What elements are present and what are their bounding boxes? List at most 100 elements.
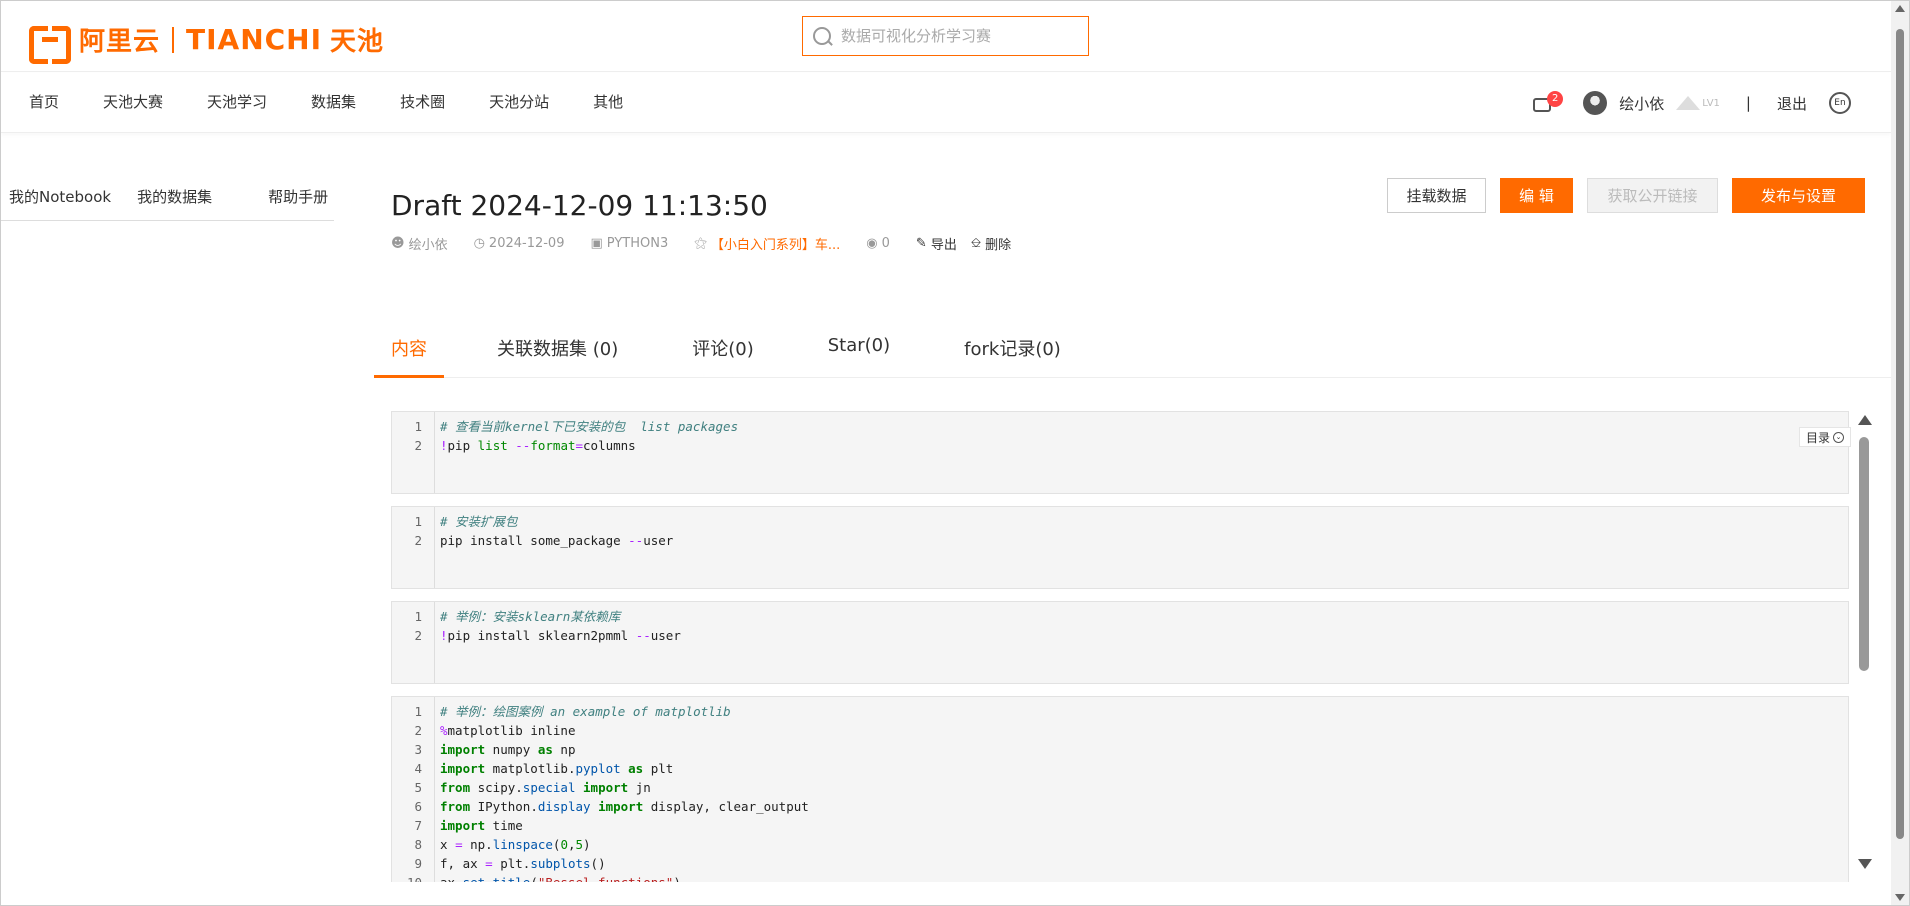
logo-text-cn: 阿里云 [79,27,161,57]
code-cell[interactable]: 12 # 举例：安装sklearn某依赖库 !pip install sklear… [391,601,1849,684]
code-cell[interactable]: 12 # 查看当前kernel下已安装的包 list packages !pip … [391,411,1849,494]
code-line: !pip install sklearn2pmml --user [440,628,681,643]
code-line: # 查看当前kernel下已安装的包 list packages [440,419,739,434]
meta-author[interactable]: ☻ 绘小依 [391,234,448,253]
nav-item-competitions[interactable]: 天池大赛 [103,91,163,112]
line-numbers: 12 [392,412,435,493]
avatar[interactable] [1583,91,1608,115]
publish-settings-button[interactable]: 发布与设置 [1732,178,1865,213]
tab-content[interactable]: 内容 [374,325,444,378]
tab-fork-records[interactable]: fork记录(0) [947,325,1078,378]
main-nav: 首页 天池大赛 天池学习 数据集 技术圈 天池分站 其他 2 绘小依 LV1 |… [1,73,1891,133]
user-icon: ☻ [391,236,405,251]
cell-code: # 安装扩展包 pip install some_package --user [435,507,673,588]
trash-icon: ⎒ [970,236,982,251]
logout-link[interactable]: 退出 [1777,93,1807,114]
sidebar-tab-my-datasets[interactable]: 我的数据集 [137,186,212,207]
logo-text-tianchi-cn: 天池 [330,27,385,57]
code-line: # 举例：安装sklearn某依赖库 [440,609,621,624]
action-buttons: 挂载数据 编 辑 获取公开链接 发布与设置 [1373,178,1865,213]
nav-user-area: 2 绘小依 LV1 | 退出 En [1531,87,1851,119]
sidebar-tabs: 我的Notebook 我的数据集 帮助手册 [1,173,334,221]
line-numbers: 12 [392,507,435,588]
scroll-up-icon[interactable] [1858,415,1872,425]
nav-item-home[interactable]: 首页 [29,91,59,112]
export-label: 导出 [930,238,957,253]
sidebar-tab-my-notebook[interactable]: 我的Notebook [9,186,111,207]
code-line: f, ax = plt.subplots() [440,856,606,871]
export-icon: ✎ [915,236,927,251]
edit-button[interactable]: 编 辑 [1500,178,1573,213]
cell-code: # 举例：绘图案例 an example of matplotlib %matpl… [435,697,809,882]
code-line: !pip list --format=columns [440,438,636,453]
toc-button[interactable]: 目录 ⌄ [1799,427,1851,447]
code-line: x = np.linspace(0,5) [440,837,591,852]
eye-icon: ◉ [866,236,878,251]
code-line: from IPython.display import display, cle… [440,799,809,814]
code-cell[interactable]: 12345678910 # 举例：绘图案例 an example of matp… [391,696,1849,882]
code-line: from scipy.special import jn [440,780,651,795]
tab-related-datasets[interactable]: 关联数据集 (0) [480,325,635,378]
scroll-down-icon[interactable] [1858,859,1872,869]
meta-date: ◷ 2024-12-09 [474,236,565,251]
page-scroll-up-icon[interactable] [1895,5,1905,12]
logo-separator [172,26,175,53]
page-scroll-thumb[interactable] [1896,29,1904,839]
get-public-link-button[interactable]: 获取公开链接 [1587,178,1718,213]
nav-divider: | [1745,94,1751,112]
cells-scrollbar[interactable] [1857,413,1872,873]
code-line: %matplotlib inline [440,723,576,738]
code-line: import time [440,818,523,833]
code-cell[interactable]: 12 # 安装扩展包 pip install some_package --use… [391,506,1849,589]
tab-star[interactable]: Star(0) [811,325,907,378]
meta-competition[interactable]: ⚝ 【小白入门系列】车... [694,234,840,253]
nav-item-other[interactable]: 其他 [593,91,623,112]
nav-item-datasets[interactable]: 数据集 [311,91,356,112]
tab-comments[interactable]: 评论(0) [675,325,771,378]
level-label: LV1 [1702,97,1720,109]
page-scrollbar[interactable] [1891,1,1909,905]
trophy-icon: ⚝ [694,236,707,251]
message-count-badge: 2 [1547,91,1564,107]
author-name: 绘小依 [408,238,448,253]
language-switch-icon[interactable]: En [1829,92,1851,114]
delete-button[interactable]: ⎒ 删除 [971,234,1011,253]
sidebar-tab-help[interactable]: 帮助手册 [268,186,328,207]
cell-code: # 举例：安装sklearn某依赖库 !pip install sklearn2p… [435,602,681,683]
search-input[interactable] [841,27,1081,45]
search-icon [811,25,833,47]
code-line: ax.set_title("Bessel functions") [440,873,809,882]
toc-label: 目录 [1805,430,1830,445]
top-bar: 阿里云 TIANCHI 天池 [1,1,1891,72]
nav-item-substations[interactable]: 天池分站 [489,91,549,112]
view-count: 0 [881,236,890,251]
code-line: # 举例：绘图案例 an example of matplotlib [440,704,731,719]
meta-kernel: ▣ PYTHON3 [590,236,668,251]
message-icon[interactable]: 2 [1531,91,1564,113]
page-scroll-down-icon[interactable] [1895,894,1905,901]
logo[interactable]: 阿里云 TIANCHI 天池 [29,21,385,64]
username[interactable]: 绘小依 [1619,93,1664,114]
search-box[interactable] [802,16,1089,56]
code-line: # 安装扩展包 [440,514,518,529]
delete-label: 删除 [985,238,1012,253]
competition-link: 【小白入门系列】车... [710,238,841,253]
nav-item-tech-circle[interactable]: 技术圈 [400,91,445,112]
page-title: Draft 2024-12-09 11:13:50 [391,189,768,222]
line-numbers: 12 [392,602,435,683]
crown-icon [1676,94,1701,112]
export-button[interactable]: ✎ 导出 [916,234,957,253]
page: 阿里云 TIANCHI 天池 首页 天池大赛 天池学习 数据集 技术圈 天池分站… [0,0,1910,906]
doc-meta: ☻ 绘小依 ◷ 2024-12-09 ▣ PYTHON3 ⚝ 【小白入门系列】车… [391,234,1037,253]
nav-items: 首页 天池大赛 天池学习 数据集 技术圈 天池分站 其他 [29,91,667,112]
mount-data-button[interactable]: 挂载数据 [1387,178,1486,213]
kernel-name: PYTHON3 [606,236,669,251]
aliyun-logo-icon [29,25,71,64]
notebook-cells: 12 # 查看当前kernel下已安装的包 list packages !pip … [391,411,1849,882]
nav-item-learning[interactable]: 天池学习 [207,91,267,112]
scroll-thumb[interactable] [1859,437,1869,671]
line-numbers: 12345678910 [392,697,435,882]
chevron-down-icon: ⌄ [1833,431,1844,443]
clock-icon: ◷ [473,236,485,251]
doc-date: 2024-12-09 [488,236,565,251]
